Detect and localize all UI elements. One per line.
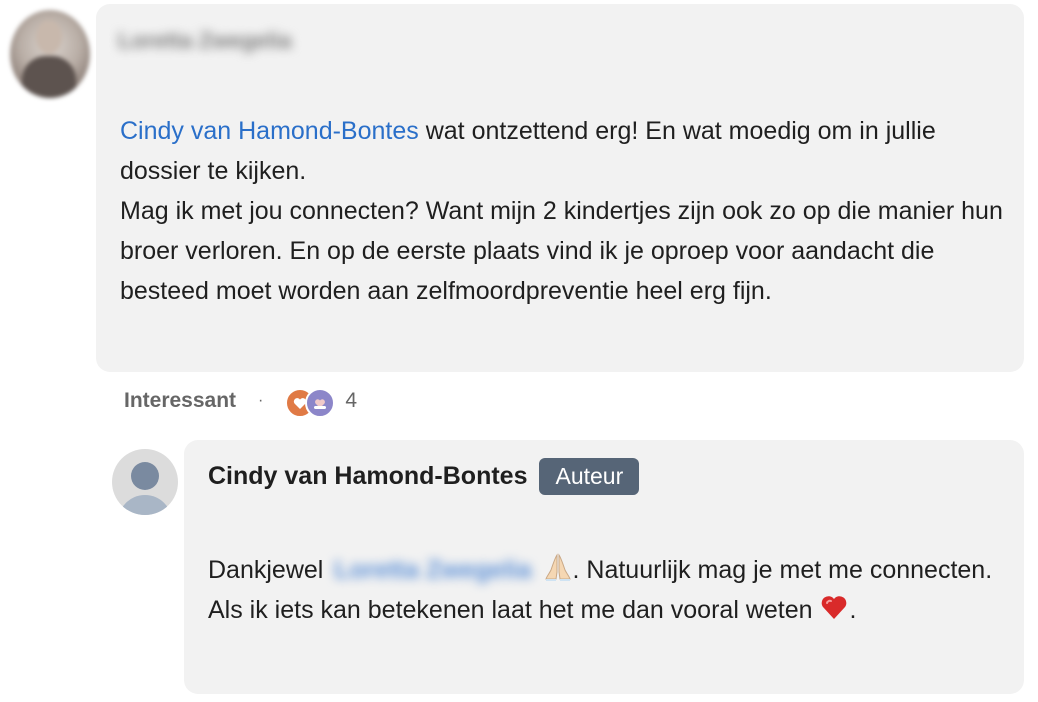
- avatar-head-shape: [131, 462, 159, 490]
- comment-bubble: Loretta Zwegelia Cindy van Hamond-Bontes…: [96, 4, 1024, 372]
- reaction-count[interactable]: 4: [345, 389, 357, 413]
- interessant-button[interactable]: Interessant: [124, 389, 236, 413]
- mention-link[interactable]: Cindy van Hamond-Bontes: [120, 117, 419, 145]
- commenter-avatar[interactable]: [10, 10, 90, 98]
- red-heart-emoji: [822, 596, 847, 619]
- author-avatar[interactable]: [112, 449, 178, 515]
- comment-actions: Interessant · 4: [124, 386, 357, 418]
- commenter-name-blurred[interactable]: Loretta Zwegelia: [118, 28, 358, 56]
- reply-text-end: .: [849, 596, 857, 624]
- reply-text-start: Dankjewel: [208, 556, 324, 584]
- reply-mention-blurred[interactable]: Loretta Zwegelia: [334, 550, 531, 590]
- avatar-body-shape: [22, 56, 76, 98]
- reply-text: Dankjewel Loretta Zwegelia . Natuurlijk …: [208, 550, 1008, 630]
- reply-bubble: Cindy van Hamond-Bontes Auteur Dankjewel…: [184, 440, 1024, 694]
- author-badge: Auteur: [539, 458, 640, 495]
- reply-header: Cindy van Hamond-Bontes Auteur: [208, 458, 640, 495]
- avatar-body-shape: [118, 495, 172, 515]
- avatar-head-shape: [36, 20, 62, 54]
- separator-dot: ·: [258, 392, 264, 409]
- comment-text: Cindy van Hamond-Bontes wat ontzettend e…: [120, 111, 1010, 311]
- reaction-icons[interactable]: [285, 386, 337, 418]
- reply-author-name[interactable]: Cindy van Hamond-Bontes: [208, 462, 527, 491]
- reply-text-middle: . Natuurlijk mag je met me connecten. Al…: [208, 556, 993, 624]
- folded-hands-emoji: [544, 553, 571, 581]
- comment-text-part2: Mag ik met jou connecten? Want mijn 2 ki…: [120, 197, 1003, 305]
- support-reaction-icon: [305, 388, 336, 418]
